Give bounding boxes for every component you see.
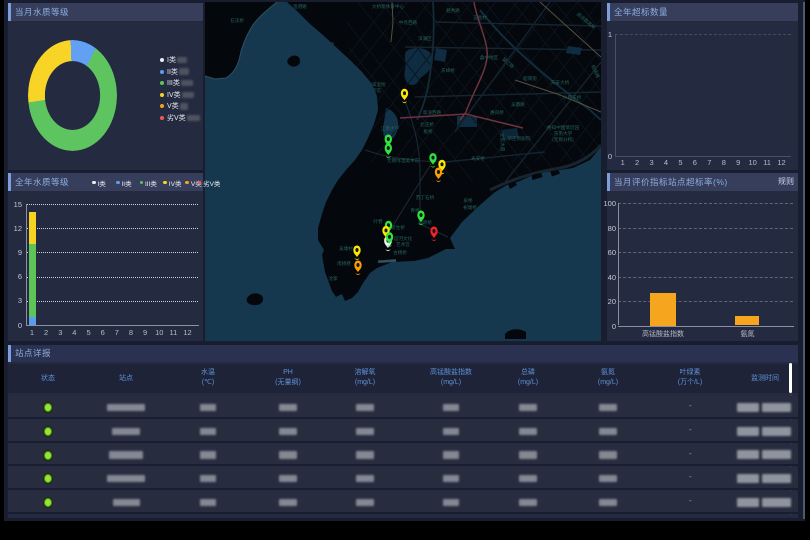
svg-text:吴塘村: 吴塘村 <box>339 245 353 252</box>
svg-text:大桥新体育中心: 大桥新体育中心 <box>372 3 405 10</box>
svg-text:艺术宫: 艺术宫 <box>396 241 410 248</box>
svg-text:泉桥: 泉桥 <box>463 197 473 204</box>
svg-text:东南大学: 东南大学 <box>554 130 573 137</box>
svg-text:东绛桥: 东绛桥 <box>441 67 455 74</box>
svg-text:越秀路: 越秀路 <box>446 7 460 14</box>
svg-text:超南街: 超南街 <box>523 75 537 82</box>
svg-text:五星村: 五星村 <box>473 14 487 20</box>
svg-text:苏丁石桥: 苏丁石桥 <box>416 194 435 201</box>
svg-text:高浪西路: 高浪西路 <box>423 109 442 116</box>
svg-text:叶巷: 叶巷 <box>373 218 383 225</box>
svg-text:北庄桥: 北庄桥 <box>420 121 434 128</box>
svg-text:立信大道: 立信大道 <box>499 133 506 152</box>
svg-text:(无锡分校): (无锡分校) <box>552 136 574 143</box>
svg-text:石渎桥: 石渎桥 <box>230 17 244 24</box>
svg-text:渔港路: 渔港路 <box>293 3 307 10</box>
svg-text:滨湖区: 滨湖区 <box>418 35 432 42</box>
svg-text:南杨巷: 南杨巷 <box>337 260 351 267</box>
svg-text:无锡绿湿美术馆: 无锡绿湿美术馆 <box>387 157 420 164</box>
svg-text:蠡中地区: 蠡中地区 <box>480 54 499 61</box>
svg-text:小目在桥: 小目在桥 <box>563 94 582 101</box>
svg-text:吴都路: 吴都路 <box>511 101 525 108</box>
svg-text:中亮西路: 中亮西路 <box>399 19 418 26</box>
svg-text:惠风桥: 惠风桥 <box>490 109 504 116</box>
svg-text:格知中国情近园: 格知中国情近园 <box>547 124 580 131</box>
svg-text:天安大桥: 天安大桥 <box>551 79 570 86</box>
svg-text:新生桥: 新生桥 <box>391 224 405 231</box>
svg-text:华庄新剧院: 华庄新剧院 <box>508 135 531 142</box>
svg-text:古杨桥: 古杨桥 <box>393 249 407 256</box>
svg-text:江南大学: 江南大学 <box>381 125 400 132</box>
svg-text:寿安桥: 寿安桥 <box>471 155 485 162</box>
svg-text:板桥: 板桥 <box>423 128 433 135</box>
svg-text:运河文化: 运河文化 <box>394 235 413 242</box>
svg-text:沈家: 沈家 <box>328 275 338 282</box>
